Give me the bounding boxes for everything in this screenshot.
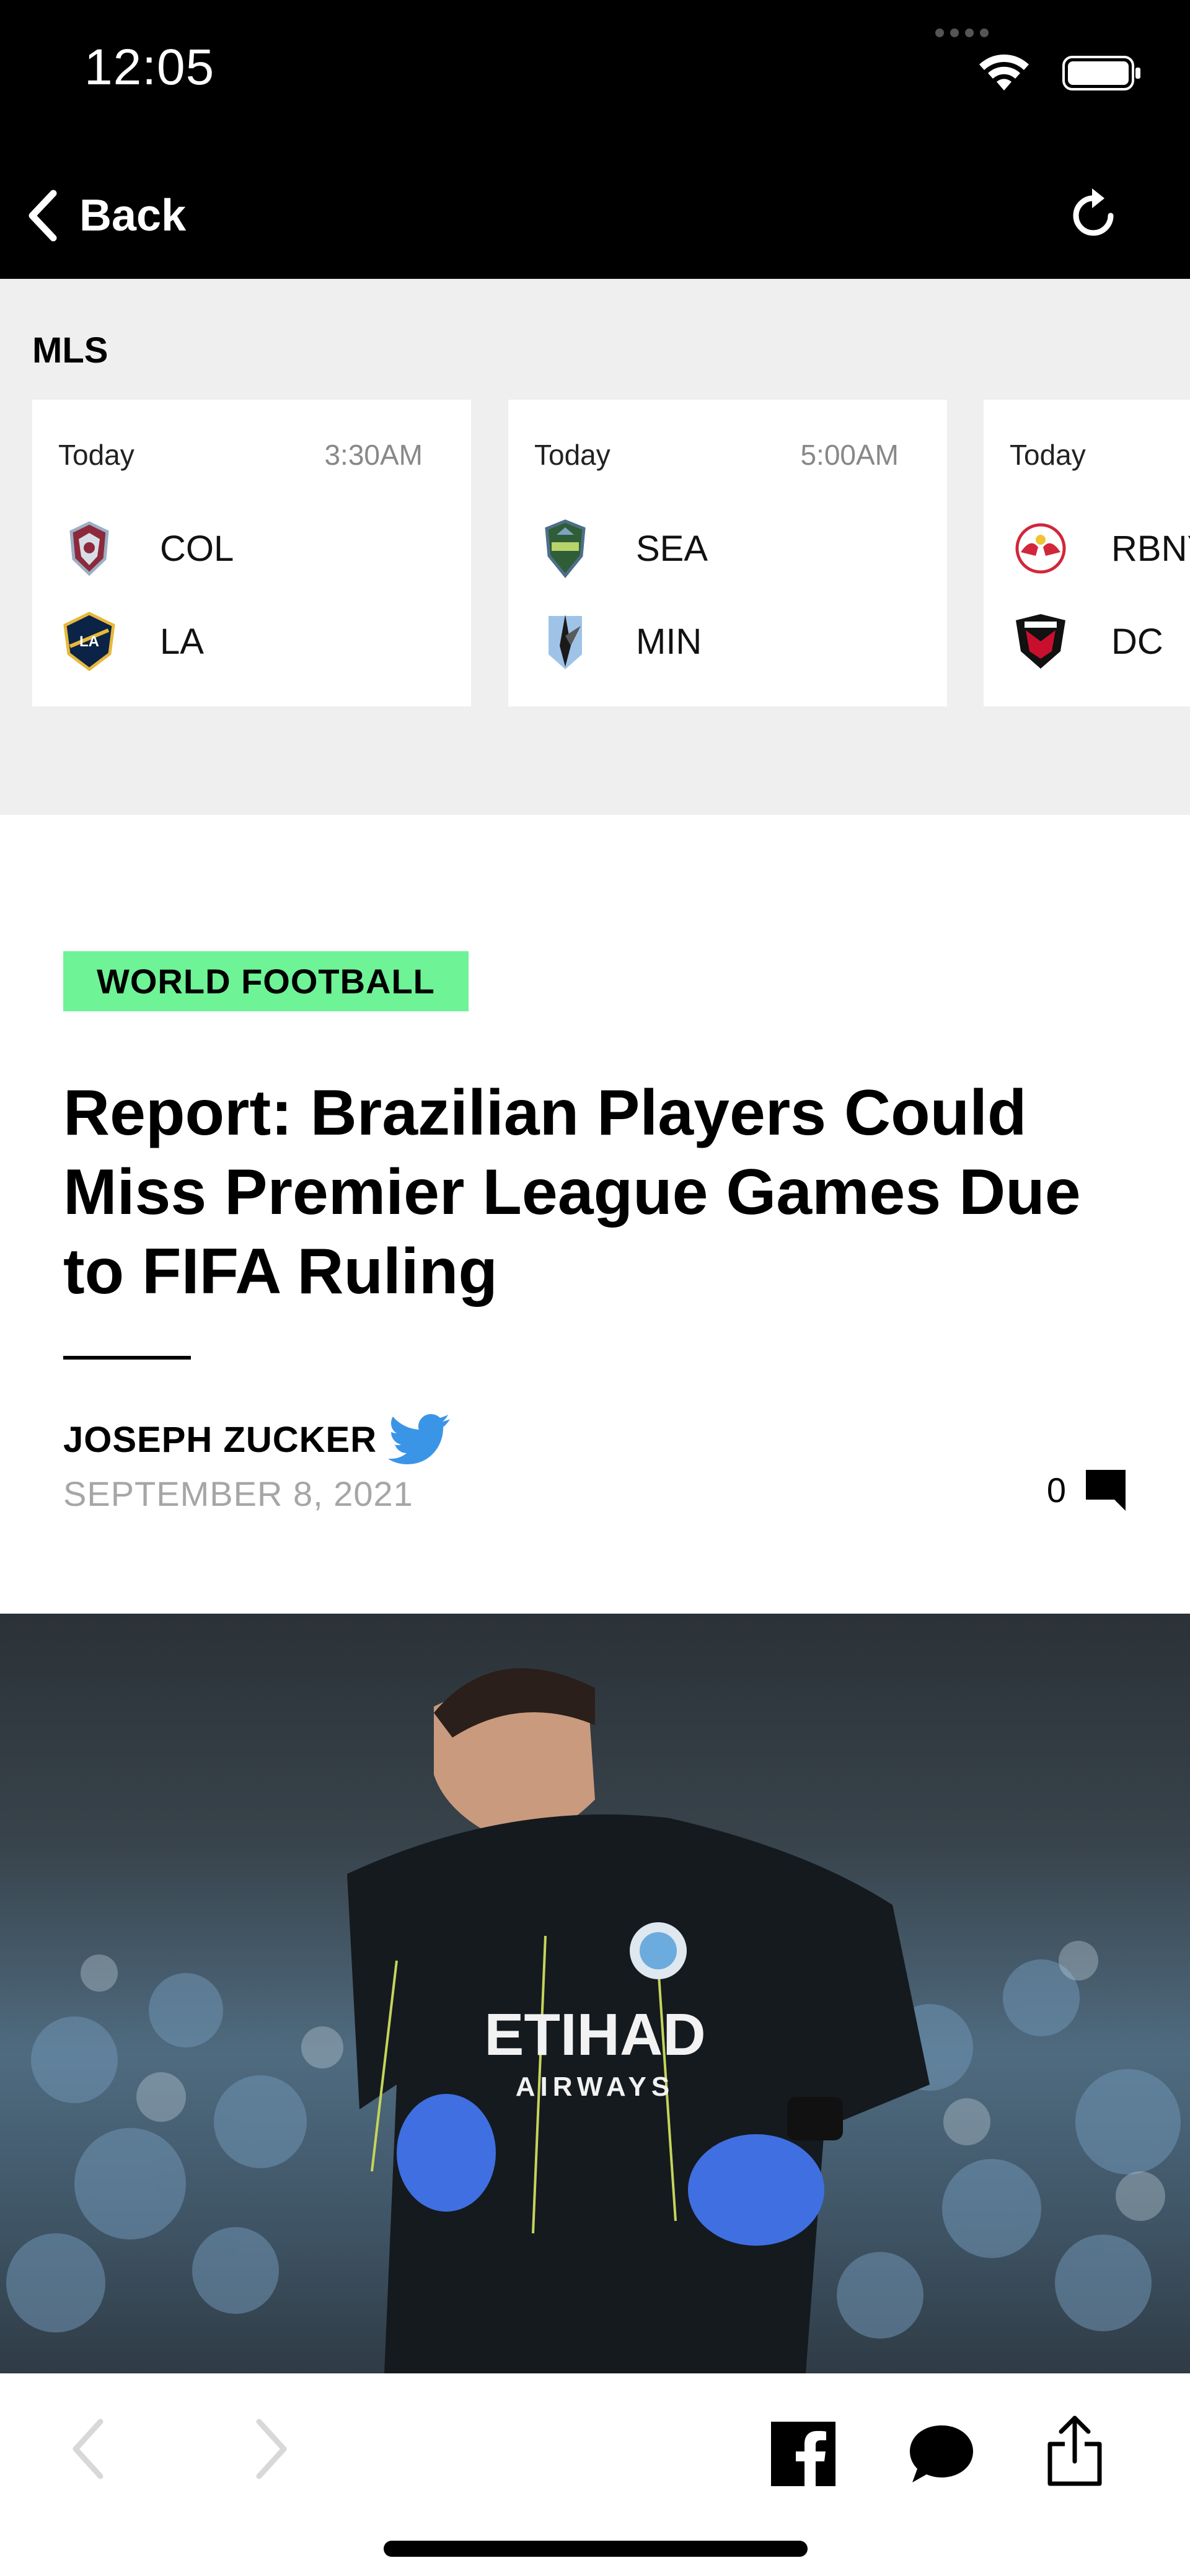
twitter-icon[interactable] [388, 1412, 452, 1466]
game-time: 3:30AM [324, 439, 423, 471]
back-button[interactable]: Back [26, 186, 186, 245]
game-day: Today [534, 439, 610, 471]
team-row: RBNY [1010, 517, 1190, 579]
minnesota-united-logo-icon [534, 610, 596, 672]
colorado-rapids-logo-icon [58, 517, 120, 579]
dc-united-logo-icon [1010, 610, 1072, 672]
refresh-icon[interactable] [1069, 186, 1121, 240]
team-abbr: RBNY [1111, 528, 1190, 569]
team-abbr: COL [160, 528, 234, 569]
article-headline: Report: Brazilian Players Could Miss Pre… [63, 1077, 1081, 1308]
game-card[interactable]: Today 3:30AM COL LA LA [32, 400, 471, 706]
comment-icon [1086, 1470, 1126, 1511]
scores-strip[interactable]: MLS Today 3:30AM COL LA LA Today 5:00AM … [0, 279, 1190, 815]
comment-count: 0 [1046, 1470, 1066, 1510]
chat-bubble-icon[interactable] [907, 2422, 976, 2486]
cellular-signal-icon [935, 29, 989, 37]
previous-article-icon[interactable] [69, 2417, 107, 2481]
next-article-icon[interactable] [253, 2417, 290, 2481]
status-time: 12:05 [84, 39, 215, 95]
team-abbr: SEA [636, 528, 708, 569]
seattle-sounders-logo-icon [534, 517, 596, 579]
divider [63, 1356, 191, 1360]
game-day: Today [1010, 439, 1086, 471]
facebook-icon[interactable] [771, 2422, 835, 2486]
svg-text:ETIHAD: ETIHAD [484, 2002, 705, 2068]
chevron-left-icon [29, 190, 57, 241]
share-icon[interactable] [1046, 2414, 1103, 2487]
back-label: Back [79, 190, 187, 240]
hero-image: ETIHAD AIRWAYS [0, 1614, 1190, 2373]
league-title: MLS [32, 330, 108, 371]
team-row: SEA [534, 517, 708, 579]
team-abbr: DC [1111, 621, 1163, 662]
svg-text:LA: LA [79, 633, 99, 650]
comment-count-button[interactable]: 0 [1047, 1467, 1128, 1512]
home-indicator[interactable] [384, 2541, 808, 2557]
team-abbr: MIN [636, 621, 702, 662]
game-time: 5:00AM [800, 439, 899, 471]
team-row: LA LA [58, 610, 204, 672]
team-row: COL [58, 517, 234, 579]
ny-red-bulls-logo-icon [1010, 517, 1072, 579]
publish-date: SEPTEMBER 8, 2021 [63, 1474, 413, 1513]
la-galaxy-logo-icon: LA [58, 610, 120, 672]
top-bar: 12:05 Back [0, 0, 1190, 279]
wifi-icon [979, 55, 1029, 90]
player-figure: ETIHAD AIRWAYS [347, 1668, 930, 2373]
game-card[interactable]: Today RBNY DC [984, 400, 1190, 706]
battery-icon [1062, 56, 1140, 90]
crowd-background: ETIHAD AIRWAYS [6, 1668, 1181, 2373]
author-name[interactable]: JOSEPH ZUCKER [63, 1419, 377, 1461]
bottom-toolbar [0, 2373, 1190, 2576]
game-card[interactable]: Today 5:00AM SEA MIN [508, 400, 947, 706]
team-row: MIN [534, 610, 702, 672]
svg-text:AIRWAYS: AIRWAYS [516, 2072, 675, 2102]
category-tag[interactable]: WORLD FOOTBALL [63, 951, 469, 1011]
team-row: DC [1010, 610, 1163, 672]
team-abbr: LA [160, 621, 204, 662]
game-day: Today [58, 439, 134, 471]
